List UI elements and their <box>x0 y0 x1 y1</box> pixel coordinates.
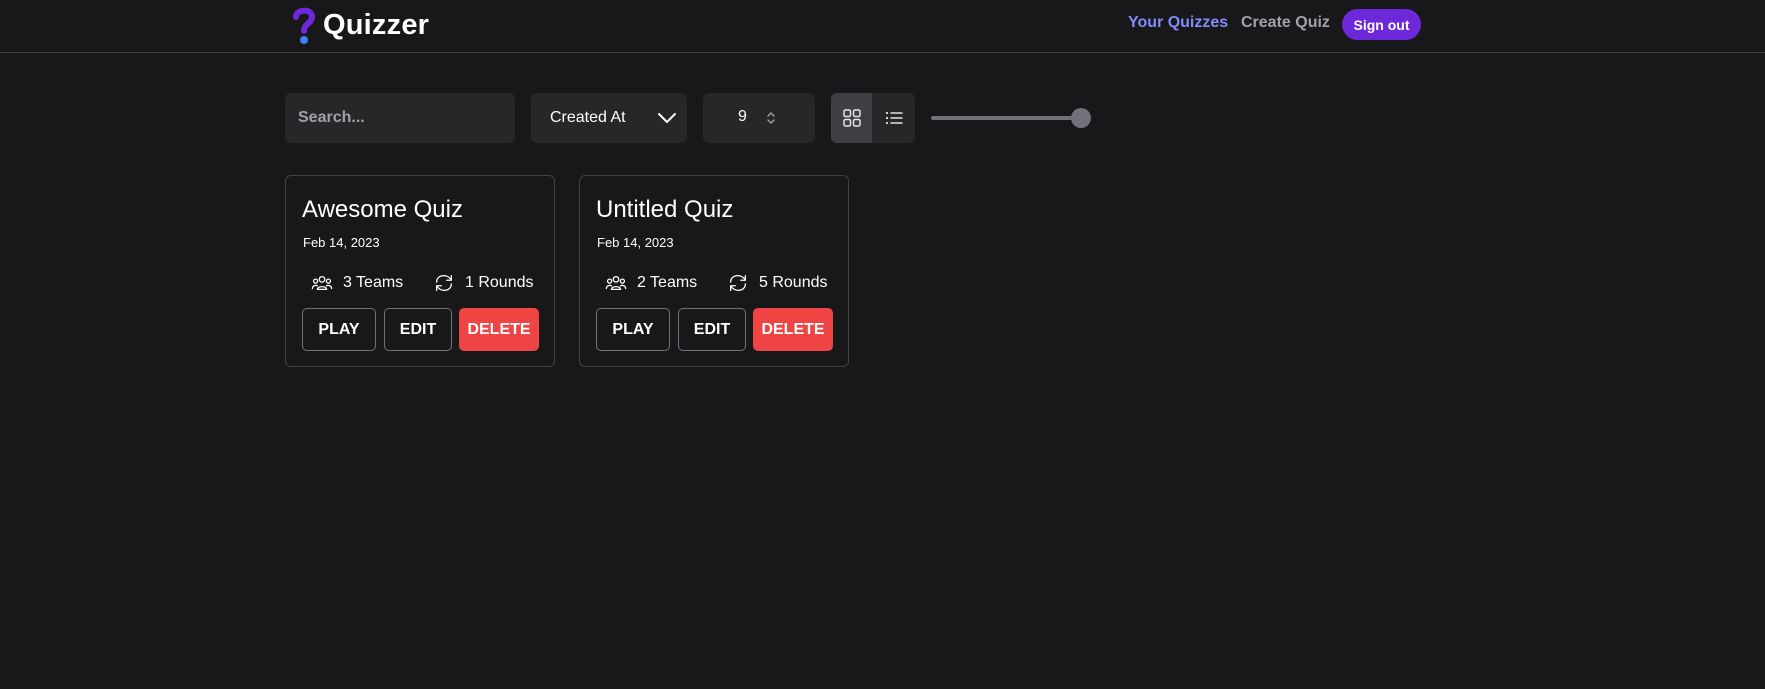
quiz-rounds-stat: 5 Rounds <box>727 271 828 295</box>
brand-name: Quizzer <box>323 8 430 41</box>
sort-select-value: Created At <box>550 109 626 126</box>
grid-view-button[interactable] <box>831 93 872 143</box>
refresh-icon <box>730 275 746 291</box>
edit-button[interactable]: EDIT <box>384 308 452 351</box>
refresh-icon <box>436 275 452 291</box>
quiz-teams-count: 2 Teams <box>637 274 698 291</box>
view-mode-toggle <box>831 93 915 143</box>
grid-icon <box>842 109 861 127</box>
edit-button[interactable]: EDIT <box>678 308 746 351</box>
quiz-teams-stat: 2 Teams <box>605 271 697 295</box>
play-button[interactable]: PLAY <box>596 308 670 351</box>
sort-select[interactable]: Created At <box>531 93 687 143</box>
delete-button[interactable]: DELETE <box>753 308 833 351</box>
users-icon <box>311 275 333 291</box>
slider-thumb[interactable] <box>1071 108 1091 128</box>
quiz-card: Untitled Quiz Feb 14, 2023 2 Teams 5 Rou… <box>579 175 849 367</box>
quiz-title: Untitled Quiz <box>596 196 734 223</box>
quiz-rounds-count: 5 Rounds <box>759 274 828 291</box>
chevron-down-icon <box>658 113 676 123</box>
list-view-button[interactable] <box>872 93 915 143</box>
users-icon <box>605 275 627 291</box>
card-size-slider[interactable] <box>931 107 1091 129</box>
per-page-input[interactable]: 9 <box>703 93 815 143</box>
stepper-arrows-icon[interactable] <box>766 110 776 126</box>
brand-logo[interactable]: Quizzer <box>289 5 429 45</box>
slider-track <box>931 116 1081 120</box>
quiz-rounds-stat: 1 Rounds <box>433 271 534 295</box>
play-button[interactable]: PLAY <box>302 308 376 351</box>
quiz-card: Awesome Quiz Feb 14, 2023 3 Teams 1 Roun… <box>285 175 555 367</box>
quiz-date: Feb 14, 2023 <box>303 235 380 250</box>
sign-out-button[interactable]: Sign out <box>1342 9 1421 40</box>
nav-create-quiz[interactable]: Create Quiz <box>1241 14 1330 32</box>
nav-your-quizzes[interactable]: Your Quizzes <box>1128 14 1228 32</box>
search-input[interactable] <box>285 93 515 143</box>
quiz-rounds-count: 1 Rounds <box>465 274 534 291</box>
quiz-title: Awesome Quiz <box>302 196 463 223</box>
quiz-teams-count: 3 Teams <box>343 274 404 291</box>
question-mark-icon <box>293 7 316 44</box>
quiz-teams-stat: 3 Teams <box>311 271 403 295</box>
per-page-value: 9 <box>738 108 747 125</box>
list-icon <box>885 111 903 125</box>
quiz-date: Feb 14, 2023 <box>597 235 674 250</box>
delete-button[interactable]: DELETE <box>459 308 539 351</box>
top-navbar: Quizzer Your Quizzes Create Quiz Sign ou… <box>0 0 1765 53</box>
